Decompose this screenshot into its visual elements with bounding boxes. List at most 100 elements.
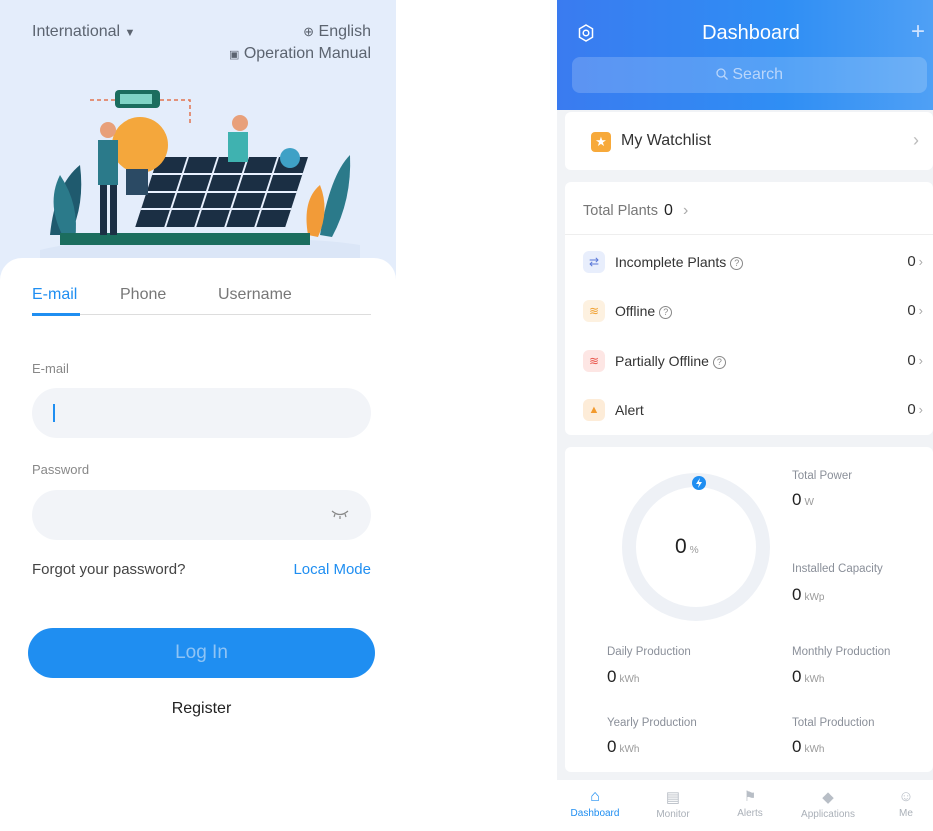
page-title: Dashboard xyxy=(702,22,800,44)
nav-applications[interactable]: ◆ Applications xyxy=(793,788,863,820)
total-power-value: 0W xyxy=(792,490,814,509)
add-button[interactable]: + xyxy=(911,18,925,46)
incomplete-plants-row[interactable]: ⇄ Incomplete Plants? 0 › xyxy=(565,239,933,287)
help-icon[interactable]: ? xyxy=(730,257,744,270)
monitor-icon: ▤ xyxy=(665,789,681,806)
daily-production-value: 0 kWh xyxy=(607,667,640,686)
total-power-label: Total Power xyxy=(792,470,853,482)
user-icon: ☺ xyxy=(898,788,914,805)
language-selector[interactable]: ⊕ English xyxy=(303,23,371,41)
nav-dashboard[interactable]: ⌂ Dashboard xyxy=(560,788,630,819)
help-icon[interactable]: ? xyxy=(659,306,673,319)
search-icon xyxy=(716,68,728,80)
nav-alerts[interactable]: ⚑ Alerts xyxy=(715,788,785,819)
incomplete-plants-value: 0 xyxy=(907,253,916,270)
solar-illustration xyxy=(40,90,360,260)
watchlist-card[interactable]: ★ My Watchlist › xyxy=(565,112,933,170)
chevron-right-icon: › xyxy=(918,402,923,417)
total-plants-label: Total Plants xyxy=(583,203,658,219)
partially-offline-value: 0 xyxy=(907,352,916,369)
nav-label: Applications xyxy=(801,809,855,820)
installed-capacity-label: Installed Capacity xyxy=(792,563,883,575)
region-selector[interactable]: International ▼ xyxy=(32,23,135,41)
nav-label: Monitor xyxy=(656,809,690,820)
nav-me[interactable]: ☺ Me xyxy=(871,788,933,819)
login-button[interactable]: Log In xyxy=(28,628,375,678)
total-production-label: Total Production xyxy=(792,717,875,729)
link-icon: ⇄ xyxy=(583,251,605,273)
partially-offline-row[interactable]: ≋ Partially Offline? 0 › xyxy=(565,338,933,386)
login-card xyxy=(0,258,396,831)
monthly-production-label: Monthly Production xyxy=(792,646,891,658)
globe-icon: ⊕ xyxy=(303,24,315,39)
cube-icon: ◆ xyxy=(822,789,834,806)
alert-value: 0 xyxy=(907,401,916,418)
search-placeholder: Search xyxy=(732,66,784,83)
tabs-divider xyxy=(32,314,371,315)
alert-label: Alert xyxy=(615,402,644,418)
chevron-right-icon: › xyxy=(913,130,919,150)
incomplete-plants-label: Incomplete Plants xyxy=(615,254,727,270)
alarm-icon: ▲ xyxy=(583,399,605,421)
home-icon: ⌂ xyxy=(590,788,600,805)
star-icon: ★ xyxy=(591,132,611,152)
tab-phone[interactable]: Phone xyxy=(120,286,166,304)
plants-card: Total Plants 0 › ⇄ Incomplete Plants? 0 ›… xyxy=(565,182,933,435)
login-screen: International ▼ ⊕ English ▣ Operation Ma… xyxy=(0,0,396,831)
gauge-percent: 0 xyxy=(675,535,687,558)
password-label: Password xyxy=(32,462,90,477)
monthly-production-value: 0 kWh xyxy=(792,667,825,686)
offline-row[interactable]: ≋ Offline? 0 › xyxy=(565,288,933,336)
caret-down-icon: ▼ xyxy=(124,27,136,39)
region-label: International xyxy=(32,23,121,40)
partially-offline-label: Partially Offline xyxy=(615,353,709,369)
email-field[interactable] xyxy=(32,388,371,438)
daily-production-label: Daily Production xyxy=(607,646,691,658)
password-field[interactable] xyxy=(32,490,371,540)
login-hero: International ▼ ⊕ English ▣ Operation Ma… xyxy=(0,0,396,280)
nav-label: Dashboard xyxy=(570,808,620,819)
total-plants-row[interactable]: Total Plants 0 › xyxy=(583,202,688,220)
chevron-right-icon: › xyxy=(682,202,689,219)
language-label: English xyxy=(318,23,371,40)
alert-row[interactable]: ▲ Alert 0 › xyxy=(565,387,933,435)
total-production-value: 0 kWh xyxy=(792,737,825,756)
search-bar[interactable]: Search xyxy=(572,57,927,93)
wifi-icon: ≋ xyxy=(583,300,605,322)
divider xyxy=(565,234,933,235)
nav-monitor[interactable]: ▤ Monitor xyxy=(638,788,708,820)
production-card: 0% Total Power 0W Installed Capacity 0 kW… xyxy=(565,447,933,772)
chevron-right-icon: › xyxy=(918,303,923,318)
operation-manual-link[interactable]: ▣ Operation Manual xyxy=(229,45,371,63)
local-mode-link[interactable]: Local Mode xyxy=(293,561,371,578)
manual-label: Operation Manual xyxy=(243,45,371,62)
total-plants-value: 0 xyxy=(664,202,673,219)
dashboard-screen: Dashboard + Search ★ My Watchlist › Tota… xyxy=(557,0,933,831)
offline-value: 0 xyxy=(907,302,916,319)
watchlist-label: My Watchlist xyxy=(621,132,712,149)
register-link[interactable]: Register xyxy=(0,700,403,718)
login-button-label: Log In xyxy=(175,642,228,663)
email-label: E-mail xyxy=(32,361,69,376)
nav-label: Me xyxy=(899,808,913,819)
chevron-right-icon: › xyxy=(918,353,923,368)
gauge-value: 0% xyxy=(675,535,699,559)
forgot-password-link[interactable]: Forgot your password? xyxy=(32,561,185,578)
tab-username[interactable]: Username xyxy=(218,286,292,304)
yearly-production-label: Yearly Production xyxy=(607,717,697,729)
dashboard-header: Dashboard + Search xyxy=(557,0,933,110)
alarm-light-icon: ⚑ xyxy=(743,788,757,804)
nav-label: Alerts xyxy=(737,808,763,819)
installed-capacity-value: 0 kWp xyxy=(792,585,825,604)
wifi-warning-icon: ≋ xyxy=(583,350,605,372)
chevron-right-icon: › xyxy=(918,254,923,269)
book-icon: ▣ xyxy=(228,49,240,61)
yearly-production-value: 0 kWh xyxy=(607,737,640,756)
tab-active-indicator xyxy=(32,313,80,316)
gauge-unit: % xyxy=(689,545,699,556)
tab-email[interactable]: E-mail xyxy=(32,286,77,304)
offline-label: Offline xyxy=(615,303,656,319)
eye-closed-icon[interactable] xyxy=(331,509,349,519)
text-cursor xyxy=(53,404,55,422)
help-icon[interactable]: ? xyxy=(712,356,726,369)
